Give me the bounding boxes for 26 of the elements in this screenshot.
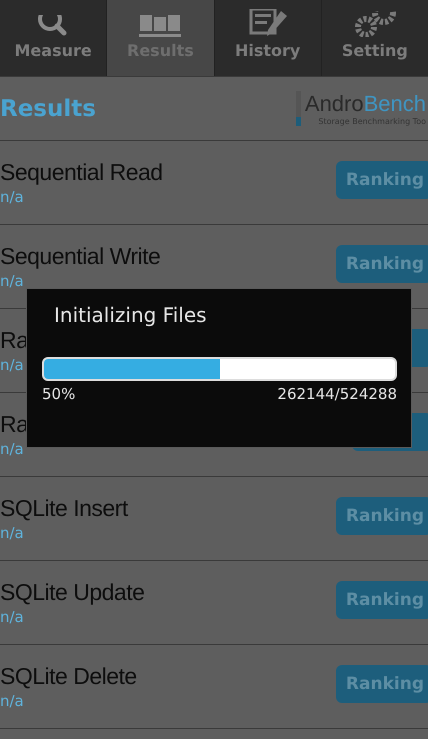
progress-percent: 50% <box>42 385 76 403</box>
progress-count: 262144/524288 <box>277 385 397 403</box>
benchmark-name: SQLite Delete <box>0 663 137 690</box>
benchmark-value: n/a <box>0 524 25 542</box>
benchmark-name: Sequential Read <box>0 159 163 186</box>
ranking-button[interactable]: Ranking <box>336 244 428 282</box>
benchmark-value: n/a <box>0 440 25 458</box>
logo-mark-icon <box>296 91 301 126</box>
dialog-title: Initializing Files <box>54 303 208 327</box>
benchmark-value: n/a <box>0 692 25 710</box>
benchmark-value: n/a <box>0 272 25 290</box>
benchmark-name: SQLite Insert <box>0 495 128 522</box>
page-title: Results <box>0 96 96 122</box>
tab[interactable]: Measure <box>0 0 106 76</box>
ranking-button[interactable]: Ranking <box>336 664 428 702</box>
ranking-button[interactable]: Ranking <box>336 496 428 534</box>
bar-chart-icon <box>137 15 184 37</box>
benchmark-value: n/a <box>0 608 25 626</box>
benchmark-name: SQLite Update <box>0 579 144 606</box>
benchmark-name: Sequential Write <box>0 243 160 270</box>
ranking-button[interactable]: Ranking <box>336 160 428 198</box>
tab[interactable]: Setting <box>320 0 428 76</box>
ranking-button[interactable]: Ranking <box>336 580 428 618</box>
tab[interactable]: History <box>214 0 321 76</box>
benchmark-value: n/a <box>0 356 25 374</box>
benchmark-value: n/a <box>0 188 25 206</box>
